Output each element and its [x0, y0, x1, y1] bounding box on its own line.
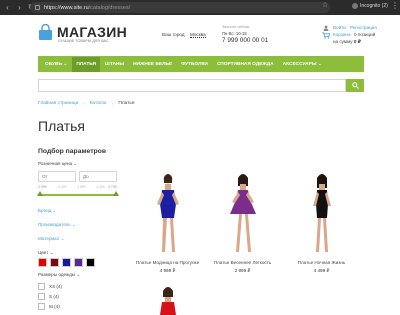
nav-item-tshirts[interactable]: ФУТБОЛКИ — [181, 62, 208, 67]
product-image[interactable] — [148, 285, 188, 315]
login-link[interactable]: Войти — [333, 25, 346, 30]
price-scale-tick: 2 999 — [38, 185, 47, 189]
logo-subtitle: ЛУЧШИЕ ТОВАРЫ ДЛЯ ВАС — [58, 39, 109, 43]
size-label: M (4) — [49, 304, 60, 309]
product-name[interactable]: Платье Весеннее Легкость — [205, 260, 280, 265]
filter-manufacturer-toggle[interactable]: Производитель ⌄ — [38, 222, 76, 228]
price-to-input[interactable] — [79, 171, 117, 182]
working-hours: Пн-Вс: 10-19 — [222, 31, 247, 36]
color-swatch-burgundy[interactable] — [50, 258, 59, 267]
incognito-label: Incognito (2) — [360, 3, 388, 9]
size-option-xs[interactable]: XS (4) — [38, 283, 62, 290]
user-icon — [323, 25, 329, 31]
size-option-s[interactable]: S (4) — [38, 293, 59, 300]
url-host: https://www.site.ru — [44, 4, 89, 11]
search-button[interactable] — [346, 79, 364, 92]
cart-sum-label: на сумму — [333, 39, 353, 44]
url-path: /catalog/dresses/ — [88, 4, 131, 11]
nav-item-dresses[interactable]: ПЛАТЬЯ — [72, 56, 100, 72]
size-checkbox[interactable] — [38, 283, 45, 290]
color-swatch-blue[interactable] — [62, 258, 71, 267]
phone-label: Звоните сейчас — [222, 25, 250, 29]
filter-color-toggle[interactable]: Цвет ⌄ — [38, 250, 53, 256]
price-scale-tick: 4 799 — [108, 185, 117, 189]
product-image[interactable] — [223, 172, 263, 256]
browser-toolbar: ‹ › ↻ https://www.site.ru /catalog/dress… — [0, 0, 400, 15]
product-name[interactable]: Платье Ночная Жизнь — [284, 260, 359, 265]
product-price: 2 999 ₽ — [234, 268, 251, 273]
city-label: Ваш город: — [162, 32, 186, 37]
product-price: 4 499 ₽ — [313, 268, 330, 273]
browser-menu-icon[interactable]: ⋮ — [391, 1, 399, 10]
price-range-max-handle[interactable] — [113, 191, 119, 196]
price-scale: 2 999 3 449 3 899 4 349 4 799 — [38, 185, 118, 191]
size-option-m[interactable]: M (4) — [38, 303, 60, 310]
back-icon[interactable]: ‹ — [3, 3, 12, 12]
cart-sum-value: 0 ₽ — [353, 39, 361, 44]
price-scale-tick: 3 449 — [58, 185, 67, 189]
price-range-track — [40, 194, 116, 196]
breadcrumb-home[interactable]: Главная страница — [38, 101, 78, 106]
cart-icon[interactable] — [322, 32, 330, 39]
filters-title: Подбор параметров — [38, 148, 106, 155]
main-nav: ОБУВЬ ⌄ ПЛАТЬЯ ШТАНЫ НИЖНЕЕ БЕЛЬЕ ФУТБОЛ… — [38, 56, 364, 72]
size-label: S (4) — [49, 294, 59, 299]
price-scale-tick: 4 349 — [96, 185, 105, 189]
incognito-badge[interactable]: Incognito (2) — [352, 3, 388, 9]
size-label: XS (4) — [49, 284, 63, 289]
address-bar[interactable]: https://www.site.ru /catalog/dresses/ — [30, 2, 330, 13]
city-selector[interactable]: Москва — [190, 32, 206, 38]
price-scale-tick: 3 899 — [77, 185, 86, 189]
breadcrumb-separator-icon: › — [112, 101, 114, 106]
nav-item-sportswear[interactable]: СПОРТИВНАЯ ОДЕЖДА — [217, 62, 274, 67]
filter-sizes-toggle[interactable]: Размеры одежды ⌄ — [38, 272, 80, 278]
filter-brand-toggle[interactable]: Бренд ⌄ — [38, 208, 56, 214]
lock-icon — [35, 5, 40, 10]
product-card[interactable]: Платье Весеннее Легкость 2 999 ₽ — [205, 172, 280, 274]
product-card[interactable]: Платье Модница на Прогулке 4 999 ₽ — [130, 172, 205, 274]
cart-count: 0 позиций — [354, 32, 376, 37]
forward-icon[interactable]: › — [15, 3, 24, 12]
breadcrumb: Главная страница › Каталог › Платья — [38, 101, 135, 106]
color-swatch-purple[interactable] — [74, 258, 83, 267]
phone-number[interactable]: 7 999 000 00 01 — [222, 37, 268, 44]
size-checkbox[interactable] — [38, 303, 45, 310]
price-range-min-handle[interactable] — [37, 191, 43, 196]
cart-sum: на сумму 0 ₽ — [333, 39, 361, 45]
filter-material-toggle[interactable]: Материал ⌄ — [38, 236, 64, 242]
nav-item-shoes[interactable]: ОБУВЬ ⌄ — [45, 62, 67, 67]
product-name[interactable]: Платье Модница на Прогулке — [130, 260, 205, 265]
filter-price-toggle[interactable]: Розничная цена ⌄ — [38, 161, 77, 167]
color-swatch-black[interactable] — [86, 258, 95, 267]
search-icon — [351, 82, 359, 89]
shopping-bag-icon[interactable] — [38, 24, 53, 40]
search-input[interactable] — [38, 79, 346, 92]
page-title: Платья — [38, 118, 85, 134]
register-link[interactable]: Регистрация — [350, 25, 377, 30]
breadcrumb-catalog[interactable]: Каталог — [90, 101, 107, 106]
bookmark-star-icon[interactable]: ☆ — [322, 1, 328, 9]
product-card[interactable] — [130, 285, 205, 315]
product-price: 4 999 ₽ — [159, 268, 176, 273]
color-swatch-red[interactable] — [38, 258, 47, 267]
nav-item-accessories[interactable]: АКСЕССУАРЫ ⌄ — [283, 62, 322, 67]
price-from-input[interactable] — [38, 171, 76, 182]
logo-title[interactable]: МАГАЗИН — [57, 24, 127, 40]
breadcrumb-separator-icon: › — [83, 101, 85, 106]
product-image[interactable] — [148, 172, 188, 256]
incognito-icon — [352, 3, 358, 9]
product-card[interactable]: Платье Ночная Жизнь 4 499 ₽ — [284, 172, 359, 274]
nav-item-underwear[interactable]: НИЖНЕЕ БЕЛЬЕ — [133, 62, 172, 67]
breadcrumb-current: Платья — [118, 101, 135, 106]
product-image[interactable] — [302, 172, 342, 256]
size-checkbox[interactable] — [38, 293, 45, 300]
nav-item-pants[interactable]: ШТАНЫ — [105, 62, 124, 67]
cart-link[interactable]: Корзина — [333, 32, 351, 37]
